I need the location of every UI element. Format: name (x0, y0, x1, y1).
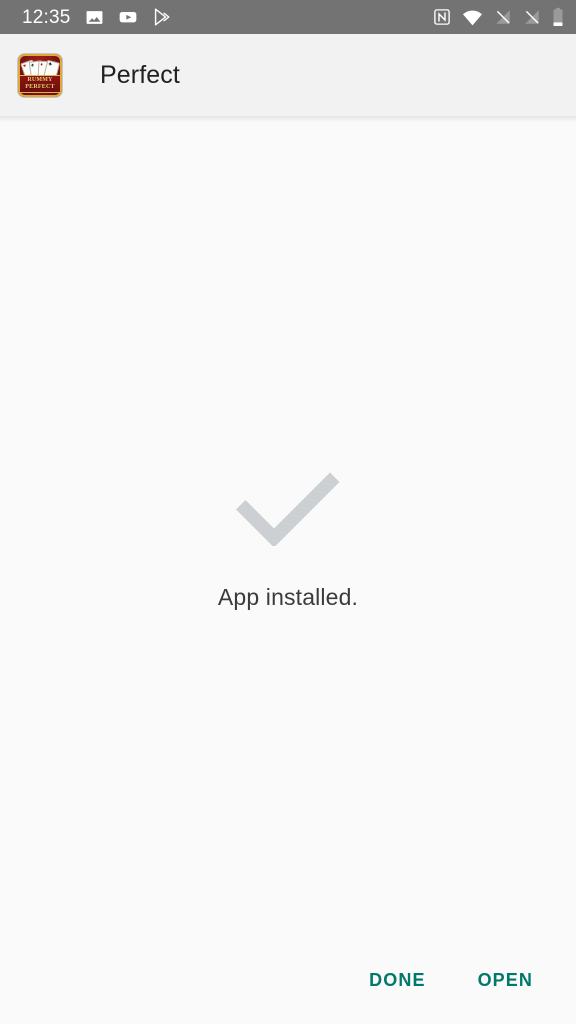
install-message: App installed. (217, 584, 359, 610)
open-button[interactable]: OPEN (464, 961, 547, 999)
no-sim-1-icon (494, 8, 512, 26)
photos-icon (85, 8, 104, 27)
install-status-block: App installed. (0, 462, 576, 611)
page-title: Perfect (100, 60, 180, 89)
package-installer-screen: 12:35 ♥ ♠ ♦ ♣ RUMMY PERFECT Perfect App … (0, 0, 576, 1024)
action-bar: DONE OPEN (0, 936, 576, 1024)
status-bar-clock: 12:35 (22, 6, 71, 28)
status-bar-left-group: 12:35 (22, 7, 172, 27)
app-icon-banner-line2: PERFECT (25, 83, 55, 90)
card-pip: ♦ (40, 61, 44, 68)
card-pip: ♣ (47, 60, 53, 68)
app-icon-banner-line1: RUMMY (27, 76, 53, 83)
no-sim-2-icon (523, 8, 541, 26)
nfc-icon (433, 8, 451, 26)
card-pip: ♥ (22, 62, 28, 70)
check-icon (233, 462, 343, 548)
app-icon: ♥ ♠ ♦ ♣ RUMMY PERFECT (18, 53, 62, 97)
play-store-icon (152, 7, 172, 27)
done-button[interactable]: DONE (355, 961, 439, 999)
status-bar-right-group (433, 7, 564, 27)
card-pip: ♠ (30, 61, 35, 69)
youtube-icon (118, 7, 138, 27)
wifi-icon (462, 9, 483, 26)
app-icon-banner: RUMMY PERFECT (20, 74, 60, 93)
status-bar: 12:35 (0, 0, 576, 34)
content-area: App installed. DONE OPEN (0, 116, 576, 1024)
battery-icon (552, 7, 564, 27)
app-bar: ♥ ♠ ♦ ♣ RUMMY PERFECT Perfect (0, 34, 576, 122)
